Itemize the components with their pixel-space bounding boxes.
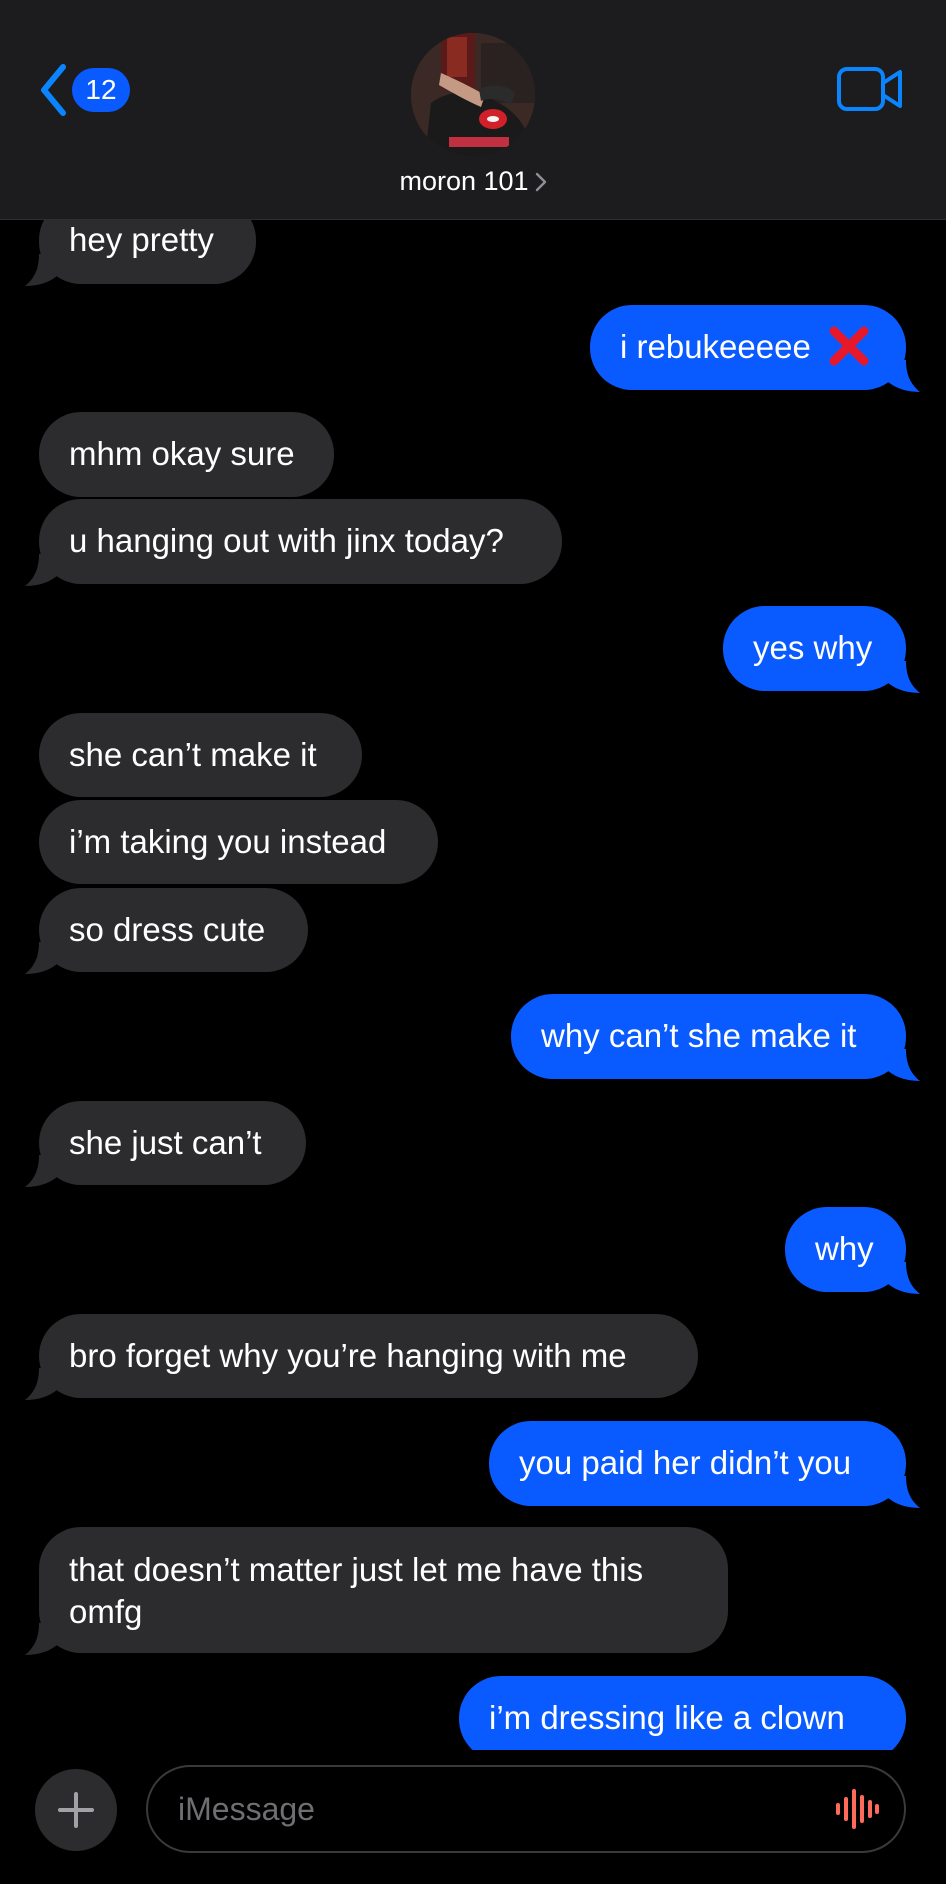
message-text: i’m dressing like a clown (489, 1699, 845, 1736)
message-text: hey pretty (69, 221, 214, 258)
message-text: you paid her didn’t you (519, 1444, 852, 1481)
bubble-tail (880, 1262, 920, 1294)
message-bubble-incoming[interactable]: bro forget why you’re hanging with me (39, 1314, 698, 1398)
waveform-icon (836, 1789, 879, 1829)
message-bubble-incoming[interactable]: she just can’t (39, 1101, 306, 1185)
message-bubble-outgoing[interactable]: why can’t she make it (511, 994, 906, 1079)
conversation-header: 12 moron 101 (0, 0, 946, 220)
message-bubble-incoming[interactable]: u hanging out with jinx today? (39, 499, 562, 584)
contact-name: moron 101 (399, 166, 529, 196)
message-text: why can’t she make it (541, 1017, 857, 1054)
bubble-tail (880, 661, 920, 693)
message-bubble-incoming[interactable]: that doesn’t matter just let me have thi… (39, 1527, 728, 1653)
message-bubble-outgoing[interactable]: i rebukeeeee (590, 305, 906, 390)
red-cross-mark-emoji (828, 325, 870, 367)
bubble-tail (25, 554, 65, 586)
message-text: i rebukeeeee (620, 328, 811, 365)
message-bubble-incoming[interactable]: so dress cute (39, 888, 308, 972)
bubble-tail (880, 360, 920, 392)
message-text: i’m taking you instead (69, 823, 387, 860)
message-text: why (815, 1230, 874, 1267)
message-thread[interactable]: hey pretty i rebukeeeee mhm okay sure u … (0, 0, 946, 1750)
unread-count-badge: 12 (72, 68, 130, 112)
message-text: bro forget why you’re hanging with me (69, 1337, 627, 1374)
imessage-input[interactable] (178, 1767, 778, 1851)
plus-icon (58, 1792, 94, 1828)
message-text: she just can’t (69, 1124, 262, 1161)
message-text: that doesn’t matter just let me have thi… (69, 1551, 644, 1630)
message-text: u hanging out with jinx today? (69, 522, 504, 559)
bubble-tail (25, 1623, 65, 1655)
message-bubble-outgoing[interactable]: you paid her didn’t you (489, 1421, 906, 1506)
message-bubble-incoming[interactable]: she can’t make it (39, 713, 362, 797)
chevron-right-icon (535, 172, 546, 191)
bubble-tail (880, 1476, 920, 1508)
back-button[interactable]: 12 (38, 62, 130, 118)
chevron-left-icon (41, 64, 66, 116)
bubble-tail (25, 942, 65, 974)
message-text: yes why (753, 629, 873, 666)
message-text: so dress cute (69, 911, 266, 948)
bubble-tail (25, 1368, 65, 1400)
message-bubble-outgoing[interactable]: i’m dressing like a clown (459, 1676, 906, 1750)
message-bubble-incoming[interactable]: i’m taking you instead (39, 800, 438, 884)
facetime-video-button[interactable] (836, 64, 904, 114)
bubble-tail (25, 254, 65, 286)
bubble-tail (25, 1155, 65, 1187)
avatar-photo (411, 33, 535, 157)
video-camera-icon (837, 67, 902, 111)
message-bubble-outgoing[interactable]: yes why (723, 606, 906, 691)
message-field[interactable] (146, 1765, 906, 1853)
voice-message-button[interactable] (834, 1787, 880, 1831)
contact-name-button[interactable]: moron 101 (0, 166, 946, 197)
contact-avatar[interactable] (411, 33, 535, 157)
message-bubble-incoming[interactable]: mhm okay sure (39, 412, 334, 497)
message-text: she can’t make it (69, 736, 317, 773)
message-text: mhm okay sure (69, 435, 295, 472)
bubble-tail (880, 1049, 920, 1081)
apps-plus-button[interactable] (35, 1769, 117, 1851)
